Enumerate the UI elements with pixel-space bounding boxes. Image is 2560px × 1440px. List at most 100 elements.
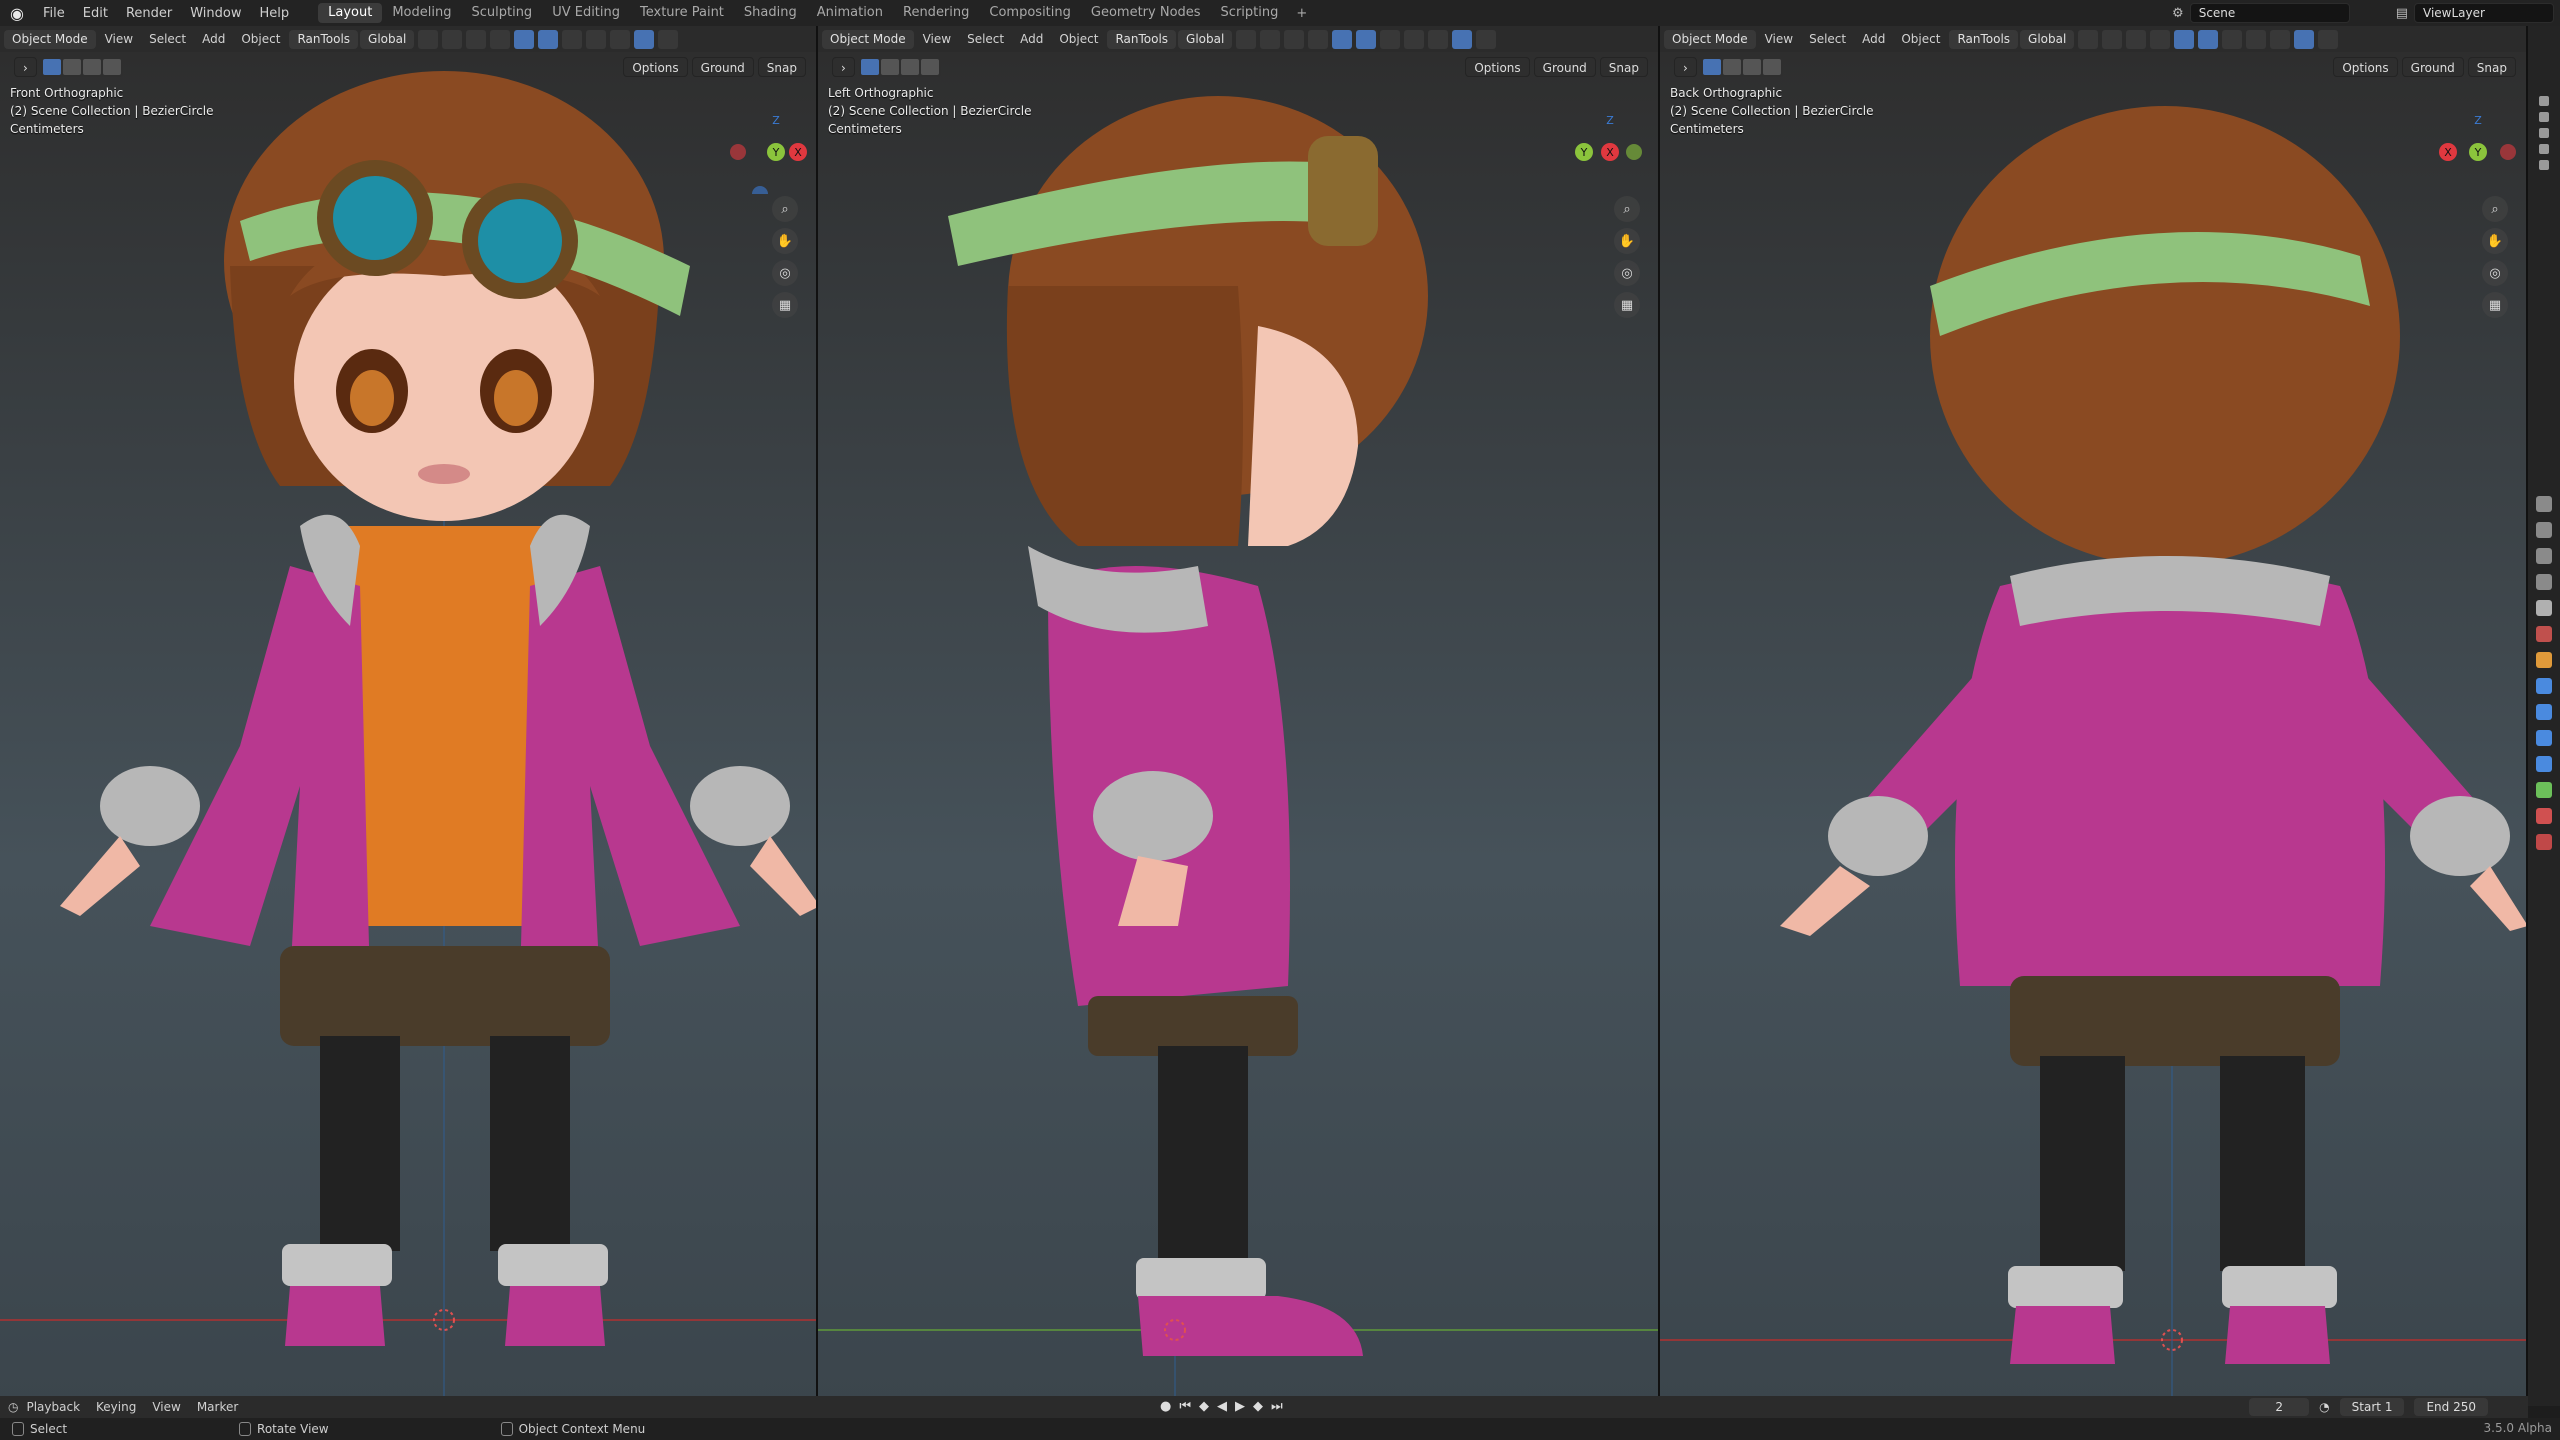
boot-cuff-left <box>2008 1266 2123 1308</box>
current-frame-field[interactable]: 2 <box>2249 1398 2310 1416</box>
cuff-left <box>1828 796 1928 876</box>
next-keyframe-icon[interactable]: ◆ <box>1253 1399 1263 1414</box>
editor-type-icon[interactable]: ◷ <box>8 1400 18 1414</box>
viewlayer-icon: ▤ <box>2395 5 2408 21</box>
viewport-left[interactable]: Object Mode View Select Add Object RanTo… <box>818 26 1660 1406</box>
mouse-left-icon <box>12 1422 24 1436</box>
character-back <box>1660 106 2526 1406</box>
right-sidebar <box>2528 26 2560 1406</box>
keying-menu[interactable]: Keying <box>88 1400 144 1414</box>
boot-cuff-side <box>1136 1258 1266 1300</box>
status-rotate-label: Rotate View <box>257 1422 329 1436</box>
blender-logo-icon[interactable]: ◉ <box>0 0 34 26</box>
jacket-back <box>1955 566 2385 986</box>
viewport-front[interactable]: Object Mode View Select Add Object RanTo… <box>0 26 818 1406</box>
particles-tab-icon[interactable] <box>2536 704 2552 720</box>
end-label: End <box>2426 1400 2450 1414</box>
shorts-shape <box>280 946 610 1046</box>
hair-back <box>1006 286 1243 546</box>
tab-geometry-nodes[interactable]: Geometry Nodes <box>1081 3 1211 23</box>
material-tab-icon[interactable] <box>2536 808 2552 824</box>
output-tab-icon[interactable] <box>2536 548 2552 564</box>
leg-right <box>490 1036 570 1251</box>
view-layer-tab-icon[interactable] <box>2536 574 2552 590</box>
object-tab-icon[interactable] <box>2536 652 2552 668</box>
boot-right <box>2225 1306 2330 1364</box>
mouse-middle-icon <box>239 1422 252 1436</box>
start-frame-field[interactable]: Start 1 <box>2339 1398 2405 1416</box>
constraints-tab-icon[interactable] <box>2536 756 2552 772</box>
status-rotate: Rotate View <box>227 1422 329 1436</box>
version-label: 3.5.0 Alpha <box>2483 1421 2552 1435</box>
status-bar: Select Rotate View Object Context Menu 3… <box>0 1418 2560 1440</box>
leg-right <box>2220 1056 2305 1271</box>
menu-window[interactable]: Window <box>181 6 250 21</box>
boot-left <box>2010 1306 2115 1364</box>
frame-range: 2 ◔ Start 1 End 250 <box>2249 1398 2488 1416</box>
viewport-back[interactable]: Object Mode View Select Add Object RanTo… <box>1660 26 2528 1406</box>
leg-left <box>320 1036 400 1251</box>
tab-uv-editing[interactable]: UV Editing <box>542 3 630 23</box>
shorts-back <box>2010 976 2340 1066</box>
tab-compositing[interactable]: Compositing <box>979 3 1081 23</box>
tab-shading[interactable]: Shading <box>734 3 807 23</box>
outliner-eye-icon[interactable] <box>2539 128 2549 138</box>
add-workspace-icon[interactable]: + <box>1288 6 1315 21</box>
data-tab-icon[interactable] <box>2536 782 2552 798</box>
character-front <box>0 71 816 1406</box>
playback-menu[interactable]: Playback <box>18 1400 88 1414</box>
leg-left <box>2040 1056 2125 1271</box>
character-side <box>818 96 1658 1406</box>
tab-scripting[interactable]: Scripting <box>1211 3 1289 23</box>
goggle-lens-right <box>478 199 562 283</box>
prev-keyframe-icon[interactable]: ◆ <box>1199 1399 1209 1414</box>
scene-field[interactable]: Scene <box>2189 3 2350 23</box>
tab-modeling[interactable]: Modeling <box>382 3 461 23</box>
modifier-tab-icon[interactable] <box>2536 678 2552 694</box>
iris-right <box>494 370 538 426</box>
menu-file[interactable]: File <box>34 6 74 21</box>
world-tab-icon[interactable] <box>2536 626 2552 642</box>
tab-texture-paint[interactable]: Texture Paint <box>630 3 734 23</box>
boot-cuff-left <box>282 1244 392 1286</box>
menu-edit[interactable]: Edit <box>74 6 117 21</box>
tab-sculpting[interactable]: Sculpting <box>461 3 542 23</box>
outliner-eye-icon[interactable] <box>2539 96 2549 106</box>
tab-animation[interactable]: Animation <box>807 3 893 23</box>
hair-back <box>1930 106 2400 566</box>
tool-tab-icon[interactable] <box>2536 496 2552 512</box>
playback-controls: ● ⏮ ◆ ◀ ▶ ◆ ⏭ <box>1160 1399 1283 1414</box>
menu-help[interactable]: Help <box>251 6 299 21</box>
tab-layout[interactable]: Layout <box>318 3 383 23</box>
status-select-label: Select <box>30 1422 68 1436</box>
physics-tab-icon[interactable] <box>2536 730 2552 746</box>
outliner-eye-icon[interactable] <box>2539 112 2549 122</box>
view-menu[interactable]: View <box>144 1400 188 1414</box>
texture-tab-icon[interactable] <box>2536 834 2552 850</box>
boot-right <box>505 1286 605 1346</box>
mouth-shape <box>418 464 470 484</box>
jump-start-icon[interactable]: ⏮ <box>1179 1399 1191 1414</box>
menu-render[interactable]: Render <box>117 6 181 21</box>
jump-end-icon[interactable]: ⏭ <box>1271 1399 1283 1414</box>
end-value: 250 <box>2453 1400 2476 1414</box>
cuff-right <box>2410 796 2510 876</box>
outliner-eye-icon[interactable] <box>2539 160 2549 170</box>
marker-menu[interactable]: Marker <box>189 1400 246 1414</box>
clock-icon[interactable]: ◔ <box>2319 1400 2329 1414</box>
outliner-eye-icon[interactable] <box>2539 144 2549 154</box>
end-frame-field[interactable]: End 250 <box>2414 1398 2488 1416</box>
tab-rendering[interactable]: Rendering <box>893 3 979 23</box>
play-reverse-icon[interactable]: ◀ <box>1217 1399 1227 1414</box>
render-tab-icon[interactable] <box>2536 522 2552 538</box>
cuff-left <box>100 766 200 846</box>
play-icon[interactable]: ▶ <box>1235 1399 1245 1414</box>
start-value: 1 <box>2384 1400 2393 1414</box>
status-select: Select <box>0 1422 67 1436</box>
viewlayer-field[interactable]: ViewLayer <box>2414 3 2554 23</box>
record-icon[interactable]: ● <box>1160 1399 1171 1414</box>
scene-tab-icon[interactable] <box>2536 600 2552 616</box>
timeline-bar: ◷ Playback Keying View Marker ● ⏮ ◆ ◀ ▶ … <box>0 1396 2528 1418</box>
start-label: Start <box>2351 1400 2381 1414</box>
hand-right <box>750 836 816 916</box>
